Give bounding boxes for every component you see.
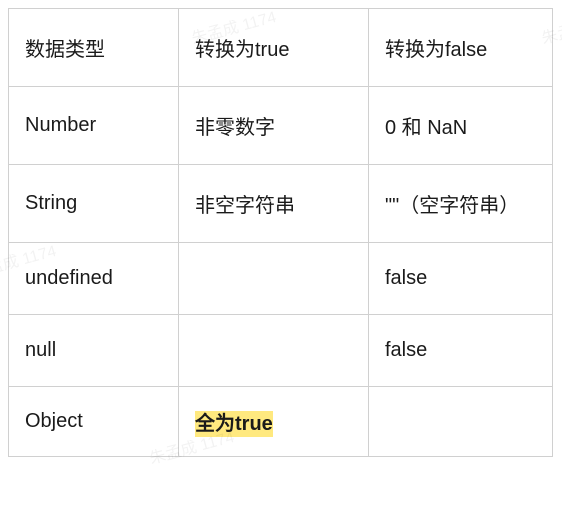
cell-type: Object <box>9 387 179 457</box>
cell-type: null <box>9 315 179 387</box>
cell-true: 全为true <box>179 387 369 457</box>
table-row: undefined false <box>9 243 553 315</box>
cell-false: false <box>369 243 553 315</box>
cell-true: 非零数字 <box>179 87 369 165</box>
cell-true: 非空字符串 <box>179 165 369 243</box>
cell-false <box>369 387 553 457</box>
table-row: String 非空字符串 ""（空字符串） <box>9 165 553 243</box>
cell-type: String <box>9 165 179 243</box>
highlighted-text: 全为true <box>195 411 273 437</box>
table-row: null false <box>9 315 553 387</box>
cell-false: ""（空字符串） <box>369 165 553 243</box>
header-true: 转换为true <box>179 9 369 87</box>
header-data-type: 数据类型 <box>9 9 179 87</box>
header-false: 转换为false <box>369 9 553 87</box>
cell-type: Number <box>9 87 179 165</box>
cell-true <box>179 315 369 387</box>
table-row: Number 非零数字 0 和 NaN <box>9 87 553 165</box>
type-conversion-table: 数据类型 转换为true 转换为false Number 非零数字 0 和 Na… <box>8 8 553 457</box>
cell-false: 0 和 NaN <box>369 87 553 165</box>
cell-false: false <box>369 315 553 387</box>
cell-type: undefined <box>9 243 179 315</box>
cell-true <box>179 243 369 315</box>
table-row: Object 全为true <box>9 387 553 457</box>
table-header-row: 数据类型 转换为true 转换为false <box>9 9 553 87</box>
